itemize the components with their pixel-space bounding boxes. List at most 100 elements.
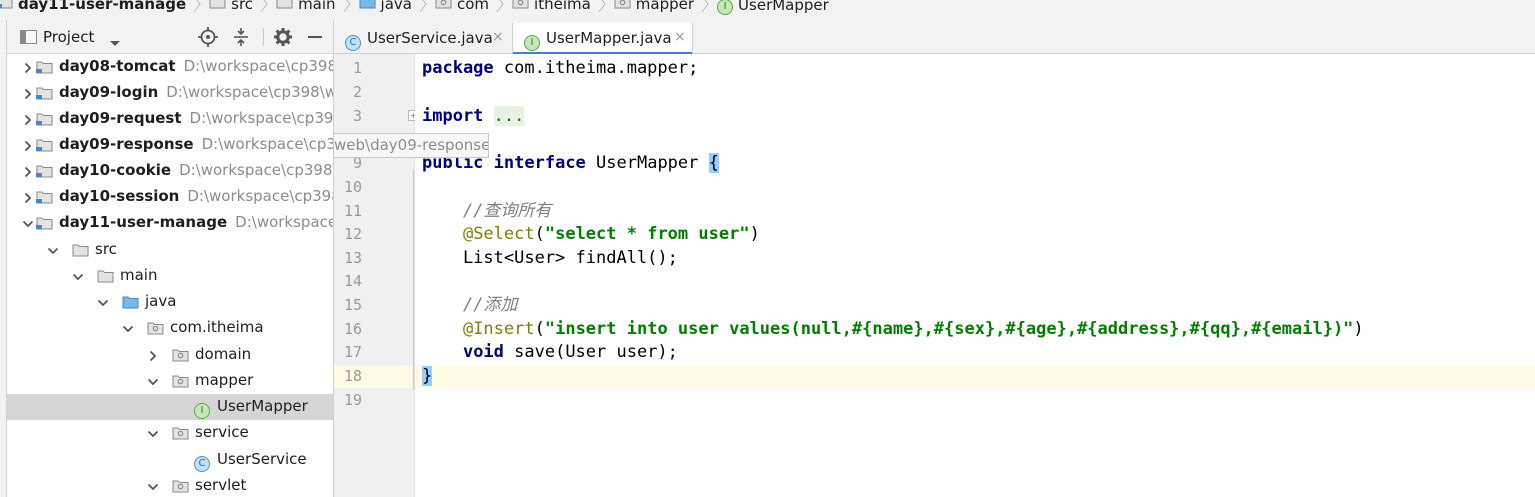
chevron-down-icon[interactable] [97,295,109,307]
chevron-down-icon[interactable] [147,426,159,438]
breadcrumb-label: src [231,0,254,13]
tree-item[interactable]: day11-user-manage D:\workspace\cp [7,210,333,236]
folder-icon [72,243,89,261]
locate-icon[interactable] [198,27,218,47]
tree-item[interactable]: day08-tomcat D:\workspace\cp398\we [7,54,333,80]
tree-item[interactable]: I UserMapper [7,394,333,420]
tree-item[interactable]: day10-cookie D:\workspace\cp398\we [7,158,333,184]
code-token: ) [749,224,760,244]
editor-tab[interactable]: I UserMapper.java × [512,23,693,55]
tree-item-label: day10-cookie [59,161,172,179]
breadcrumb-label: itheima [534,0,591,13]
code-token: com.itheima.mapper; [493,58,699,78]
tree-item[interactable]: service [7,420,333,446]
tree-item-label: main [120,266,158,284]
breadcrumb-item[interactable]: itheima [512,0,591,14]
chevron-right-icon[interactable] [22,138,34,152]
tree-item-path: D:\workspace\cp398\w [189,109,333,127]
line-number: 17 [343,343,362,361]
tree-item-label: day10-session [59,187,180,205]
chevron-right-icon[interactable] [22,112,34,126]
class-icon: C [194,452,210,472]
chevron-right-icon[interactable] [22,190,34,204]
line-number: 2 [352,83,362,101]
close-icon[interactable]: × [492,29,504,45]
project-panel-title[interactable]: Project [43,28,94,46]
tree-item-label: UserService [217,450,307,468]
tree-item[interactable]: day09-login D:\workspace\cp398\web [7,80,333,106]
tree-item[interactable]: day09-response D:\workspace\cp398\ [7,132,333,158]
interface-icon: I [524,31,540,51]
code-line: public interface UserMapper { [415,152,1535,175]
breadcrumb-item[interactable]: day11-user-manage [0,0,186,14]
chevron-down-icon[interactable] [147,479,159,491]
tree-item[interactable]: day09-request D:\workspace\cp398\w [7,106,333,132]
editor-tab[interactable]: C UserService.java × [334,23,512,54]
breadcrumb-item[interactable]: com [435,0,489,14]
chevron-right-icon[interactable] [22,164,34,178]
tree-item-label: day11-user-manage [59,213,228,231]
code-line: package com.itheima.mapper; [415,57,1535,80]
code-token: import [422,106,484,126]
breadcrumb-item[interactable]: src [209,0,253,14]
chevron-down-icon[interactable] [122,321,134,333]
tree-item-label: day09-request [59,109,182,127]
breadcrumb-label: main [298,0,336,13]
breadcrumb-item[interactable]: main [276,0,336,14]
breadcrumb-separator-icon [418,0,428,14]
tree-item[interactable]: src [7,237,333,263]
chevron-down-icon[interactable] [109,34,121,52]
chevron-right-icon[interactable] [22,86,34,100]
line-number: 14 [343,272,362,290]
breadcrumb-label: day11-user-manage [18,0,187,13]
breadcrumb-label: com [456,0,490,13]
breadcrumb-item[interactable]: I UserMapper [717,0,829,15]
tree-item[interactable]: servlet [7,473,333,497]
tree-item[interactable]: day10-session D:\workspace\cp398\we [7,184,333,210]
minimize-icon[interactable] [305,27,325,47]
package-icon [147,321,164,339]
project-view-icon [20,30,37,44]
code-token: } [422,366,433,386]
code-token: "select * from user" [544,224,750,244]
breadcrumb-item[interactable]: mapper [614,0,694,14]
code-line: //查询所有 [415,200,1535,223]
chevron-down-icon[interactable] [22,216,34,228]
chevron-down-icon[interactable] [47,243,59,255]
package-icon [172,374,189,392]
chevron-down-icon[interactable] [147,374,159,386]
code-token: //查询所有 [462,201,552,221]
tree-item[interactable]: mapper [7,368,333,394]
gear-icon[interactable] [273,27,293,47]
tooltip-text: web\day09-response [334,136,489,154]
close-icon[interactable]: × [674,29,686,45]
collapse-all-icon[interactable] [231,27,251,47]
tree-item[interactable]: java [7,289,333,315]
code-token: save(User user); [503,342,678,362]
chevron-right-icon[interactable] [22,60,34,74]
line-number: 15 [343,296,362,314]
tree-item[interactable]: com.itheima [7,315,333,341]
tree-item[interactable]: main [7,263,333,289]
chevron-down-icon[interactable] [72,269,84,281]
code-token: UserMapper [585,153,709,173]
folder-icon [209,0,226,13]
tree-item[interactable]: C UserService [7,447,333,473]
source-folder-icon [122,295,139,313]
package-icon [614,0,631,13]
code-editor[interactable]: package com.itheima.mapper; import ... pub… [415,54,1535,497]
chevron-right-icon[interactable] [147,348,159,362]
module-folder-icon [0,0,13,13]
tree-item-label: com.itheima [170,318,264,336]
tree-item-label: servlet [195,476,247,494]
code-token: @Insert [462,319,535,339]
project-tree: day08-tomcat D:\workspace\cp398\we day09-l… [7,54,333,497]
package-icon [172,348,189,366]
tree-item[interactable]: domain [7,342,333,368]
breadcrumb-item[interactable]: java [359,0,412,14]
tree-item-label: UserMapper [217,397,308,415]
